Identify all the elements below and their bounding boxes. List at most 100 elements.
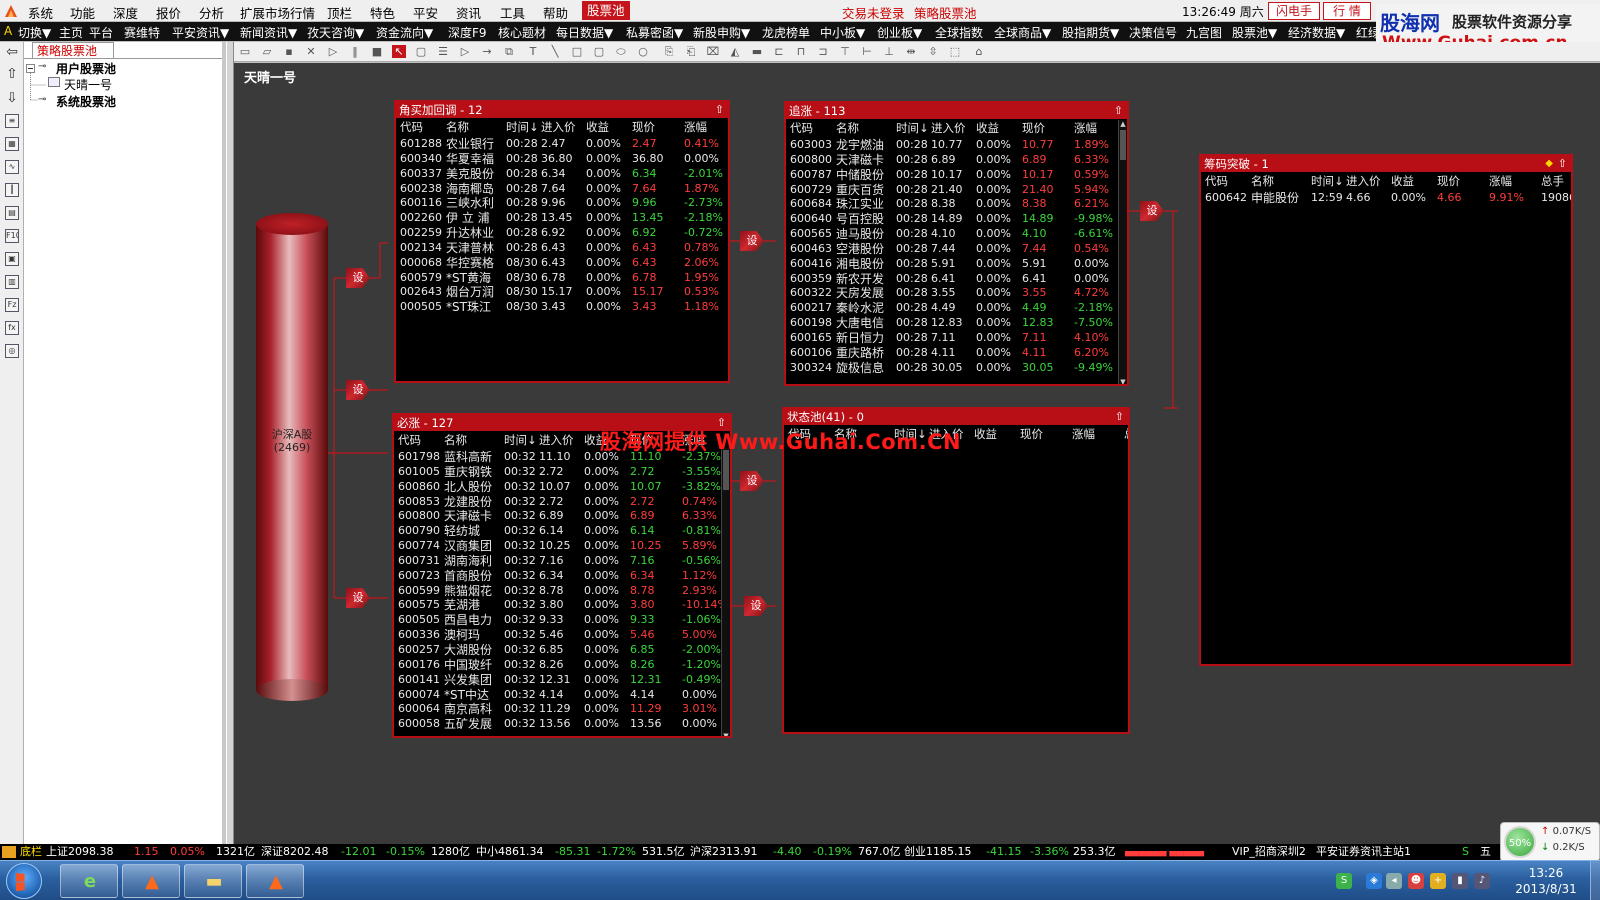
back-arrow-icon[interactable]: ⇦ — [5, 46, 19, 60]
ellipse-tool-icon[interactable]: ⬭ — [614, 45, 628, 58]
toolbar-item[interactable]: 孜天咨询▼ — [307, 24, 364, 41]
header-col-price[interactable]: 现价 — [1437, 173, 1460, 189]
stock-row[interactable]: 600599 熊猫烟花 00:32 8.78 0.00% 8.78 2.93% — [394, 584, 730, 599]
header-col-price[interactable]: 现价 — [632, 119, 655, 135]
toolbar-item[interactable]: 全球指数 — [935, 24, 983, 41]
pin-icon[interactable]: ⇧ — [715, 102, 724, 118]
speaker-icon[interactable]: ◂ — [1386, 873, 1402, 889]
toolbar-item[interactable]: 决策信号 — [1129, 24, 1177, 41]
header-col-entry-price[interactable]: 进入价 — [541, 119, 576, 135]
header-col-change[interactable]: 涨幅 — [1072, 426, 1095, 442]
toolbar-item[interactable]: 私募密函▼ — [626, 24, 683, 41]
vertical-scrollbar[interactable]: ▲ ▼ — [1118, 120, 1127, 384]
tray-clock[interactable]: 13:26 2013/8/31 — [1515, 865, 1577, 897]
align-right-icon[interactable]: ⊐ — [816, 45, 830, 58]
stock-row[interactable]: 002260伊 立 浦00:2813.450.00%13.45-2.18%2 — [396, 211, 728, 226]
f10-icon[interactable]: F10 — [5, 229, 19, 243]
menu-topbar[interactable]: 顶栏 — [327, 3, 352, 22]
app-logo-icon[interactable] — [3, 3, 19, 19]
header-col-volume[interactable]: 总手 — [1541, 173, 1564, 189]
circle-tool-icon[interactable]: ○ — [636, 45, 650, 58]
header-col-name[interactable]: 名称 — [446, 119, 469, 135]
stock-row[interactable]: 600116三峡水利00:289.960.00%9.96-2.73%7 — [396, 196, 728, 211]
line-width-icon[interactable]: ▬ — [750, 45, 764, 58]
header-col-price[interactable]: 现价 — [1020, 426, 1043, 442]
toolbar-item[interactable]: 股指期货▼ — [1062, 24, 1119, 41]
toolbar-item[interactable]: 龙虎榜单 — [762, 24, 810, 41]
header-col-volume[interactable]: 总手 — [1124, 426, 1128, 442]
stock-row[interactable]: 300324旋极信息00:2830.050.00%30.05-9.49%1 — [786, 361, 1127, 376]
rounded-rect-icon[interactable]: ▢ — [592, 45, 606, 58]
menu-pingan[interactable]: 平安 — [413, 3, 438, 22]
stock-row[interactable]: 600359新农开发00:286.410.00%6.410.00%0 — [786, 272, 1127, 287]
scroll-down-icon[interactable]: ▼ — [722, 732, 730, 736]
header-col-name[interactable]: 名称 — [836, 120, 859, 136]
stock-row[interactable]: 600774 汉商集团 00:32 10.25 0.00% 10.25 5.89% — [394, 539, 730, 554]
text-tool-icon[interactable]: T — [526, 45, 540, 58]
new-icon[interactable]: ▭ — [238, 45, 252, 58]
stock-row[interactable]: 600787中储股份00:2810.170.00%10.170.59%1 — [786, 168, 1127, 183]
target-icon[interactable]: ◎ — [5, 344, 19, 358]
index-chinext[interactable]: 创业1185.15 — [904, 844, 972, 860]
network-icon[interactable]: ▮ — [1452, 873, 1468, 889]
stock-row[interactable]: 601288农业银行00:282.470.00%2.470.41%6 — [396, 137, 728, 152]
stock-row[interactable]: 002643烟台万润08/3015.170.00%15.170.53%2 — [396, 285, 728, 300]
menu-quote[interactable]: 报价 — [156, 3, 181, 22]
menu-function[interactable]: 功能 — [70, 3, 95, 22]
sogou-tray-icon[interactable]: S — [1336, 873, 1352, 889]
stock-row[interactable]: 600860 北人股份 00:32 10.07 0.00% 10.07 -3.82% — [394, 480, 730, 495]
copy-page-icon[interactable]: ⎘ — [662, 45, 676, 58]
stock-row[interactable]: 600790 轻纺城 00:32 6.14 0.00% 6.14 -0.81% — [394, 524, 730, 539]
menu-news[interactable]: 资讯 — [456, 3, 481, 22]
header-col-code[interactable]: 代码 — [790, 120, 813, 136]
header-col-return[interactable]: 收益 — [974, 426, 997, 442]
line-tool-icon[interactable]: ╲ — [548, 45, 562, 58]
play-icon[interactable]: ▷ — [458, 45, 472, 58]
tree-node-system-pool[interactable]: 系统股票池 — [56, 93, 116, 110]
shield-icon[interactable]: ◈ — [1366, 873, 1382, 889]
distribute-v-icon[interactable]: ⇳ — [926, 45, 940, 58]
scroll-down-icon[interactable]: ▼ — [1119, 378, 1127, 384]
toolbar-item[interactable]: 中小板▼ — [820, 24, 865, 41]
copy-icon[interactable]: ⧉ — [502, 45, 516, 58]
toolbar-item[interactable]: 创业板▼ — [877, 24, 922, 41]
stock-row[interactable]: 600642申能股份12:594.660.00%4.669.91%1908645 — [1201, 191, 1571, 206]
delete-icon[interactable]: ✕ — [304, 45, 318, 58]
header-col-time[interactable]: 时间↓ — [896, 120, 929, 136]
stock-row[interactable]: 600074 *ST中达 00:32 4.14 0.00% 4.14 0.00% — [394, 688, 730, 703]
index-hs300[interactable]: 沪深2313.91 — [690, 844, 758, 860]
toolbar-item[interactable]: 核心题材 — [498, 24, 546, 41]
pin-icon[interactable]: ⇧ — [1114, 103, 1123, 119]
toolbar-item[interactable]: 红绿 — [1356, 24, 1376, 41]
house-icon[interactable]: ⌂ — [972, 45, 986, 58]
pin-icon[interactable]: ⇧ — [1558, 156, 1567, 172]
server-name[interactable]: VIP_招商深圳2 — [1232, 844, 1306, 860]
menu-system[interactable]: 系统 — [28, 3, 53, 22]
stock-row[interactable]: 600800 天津磁卡 00:32 6.89 0.00% 6.89 6.33% — [394, 509, 730, 524]
stock-row[interactable]: 600198大唐电信00:2812.830.00%12.83-7.50%2 — [786, 316, 1127, 331]
stock-row[interactable]: 600731 湖南海利 00:32 7.16 0.00% 7.16 -0.56% — [394, 554, 730, 569]
ime-wubi-icon[interactable]: 五 — [1480, 844, 1491, 860]
stock-row[interactable]: 600336 澳柯玛 00:32 5.46 0.00% 5.46 5.00% — [394, 628, 730, 643]
header-col-code[interactable]: 代码 — [400, 119, 423, 135]
header-col-return[interactable]: 收益 — [976, 120, 999, 136]
toolbar-item[interactable]: 平安资讯▼ — [172, 24, 229, 41]
header-col-price[interactable]: 现价 — [1022, 120, 1045, 136]
stock-row[interactable]: 601005 重庆钢铁 00:32 2.72 0.00% 2.72 -3.55% — [394, 465, 730, 480]
stock-row[interactable]: 600565迪马股份00:284.100.00%4.10-6.61%5 — [786, 227, 1127, 242]
align-center-icon[interactable]: ⊓ — [794, 45, 808, 58]
stock-row[interactable]: 603003龙宇燃油00:2810.770.00%10.771.89%3 — [786, 138, 1127, 153]
menu-depth[interactable]: 深度 — [113, 3, 138, 22]
open-icon[interactable]: ▱ — [260, 45, 274, 58]
stock-row[interactable]: 600416湘电股份00:285.910.00%5.910.00%0 — [786, 257, 1127, 272]
toolbar-item[interactable]: 主页 — [59, 24, 83, 41]
header-col-return[interactable]: 收益 — [1391, 173, 1414, 189]
toolbar-item[interactable]: 每日数据▼ — [556, 24, 613, 41]
stock-row[interactable]: 600064 南京高科 00:32 11.29 0.00% 11.29 3.01% — [394, 702, 730, 717]
panel-title-bar[interactable]: 状态池(41) - 0 ⇧ — [784, 409, 1128, 425]
toolbar-item[interactable]: 赛维特 — [124, 24, 160, 41]
menu-feature[interactable]: 特色 — [370, 3, 395, 22]
header-col-change[interactable]: 涨幅 — [1074, 120, 1097, 136]
header-col-entry-price[interactable]: 进入价 — [931, 120, 966, 136]
stock-row[interactable]: 600141 兴发集团 00:32 12.31 0.00% 12.31 -0.49% — [394, 673, 730, 688]
